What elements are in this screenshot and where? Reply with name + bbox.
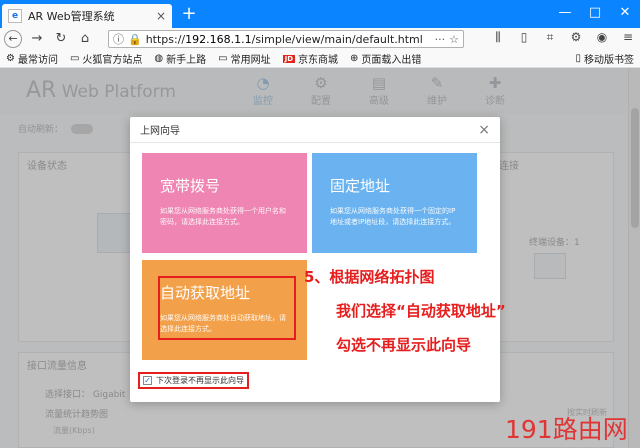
- bookmark-getting-started[interactable]: ◍ 新手上路: [154, 51, 206, 66]
- tab-title: AR Web管理系统: [28, 10, 115, 23]
- dhcp-option-card[interactable]: 自动获取地址 如果您从网络服务商处自动获取地址，请选择此连接方式。: [142, 260, 307, 360]
- menu-icon[interactable]: ≡: [620, 30, 636, 45]
- folder-icon: ▭: [69, 53, 80, 64]
- gear-icon: ⚙: [6, 53, 15, 64]
- modal-close-icon[interactable]: ×: [478, 122, 490, 138]
- new-tab-button[interactable]: +: [178, 4, 200, 26]
- dhcp-desc: 如果您从网络服务商处自动获取地址，请选择此连接方式。: [160, 314, 286, 333]
- url-text[interactable]: https://192.168.1.1/simple/view/main/def…: [146, 33, 431, 46]
- bookmark-mobile[interactable]: ▯ 移动版书签: [575, 51, 634, 66]
- info-icon[interactable]: ⓘ: [113, 31, 124, 47]
- bookmark-page-error[interactable]: ⊕ 页面载入出错: [350, 51, 421, 66]
- browser-nav-bar: ← → ↻ ⌂ ⓘ 🔒 https://192.168.1.1/simple/v…: [0, 28, 640, 50]
- bookmark-star-icon[interactable]: ☆: [449, 33, 459, 46]
- jd-logo-icon: JD: [282, 54, 296, 63]
- close-window-button[interactable]: ✕: [610, 0, 640, 28]
- annotation-check-box: 勾选不再显示此向导: [336, 336, 472, 354]
- lock-icon[interactable]: 🔒: [128, 33, 142, 46]
- library-icon[interactable]: ⫼: [490, 30, 506, 45]
- bookmark-firefox-site[interactable]: ▭ 火狐官方站点: [70, 51, 142, 66]
- modal-title: 上网向导: [140, 126, 180, 137]
- bookmark-common-sites[interactable]: ▭ 常用网址: [218, 51, 270, 66]
- globe-icon: ⊕: [350, 53, 359, 64]
- minimize-button[interactable]: —: [550, 0, 580, 28]
- bookmarks-bar: ⚙ 最常访问 ▭ 火狐官方站点 ◍ 新手上路 ▭ 常用网址 JD 京东商城 ⊕ 页面载入出错…: [0, 50, 640, 68]
- static-ip-option-card[interactable]: 固定地址 如果您从网络服务商处获得一个固定的IP地址或者IP地址段，请选择此连接…: [312, 153, 477, 253]
- home-button[interactable]: ⌂: [76, 30, 94, 48]
- screenshot-icon[interactable]: ⌗: [542, 30, 558, 45]
- window-controls: — □ ✕: [550, 0, 640, 28]
- browser-tab-bar: e AR Web管理系统 × + — □ ✕: [0, 0, 640, 28]
- firefox-icon: ◍: [154, 53, 164, 64]
- pppoe-option-card[interactable]: 宽带拨号 如果您从网络服务商处获得一个用户名和密码，请选择此连接方式。: [142, 153, 307, 253]
- reload-button[interactable]: ↻: [52, 30, 70, 48]
- mobile-icon: ▯: [575, 53, 581, 64]
- maximize-button[interactable]: □: [580, 0, 610, 28]
- bookmark-most-visited[interactable]: ⚙ 最常访问: [6, 51, 58, 66]
- sidebar-icon[interactable]: ▯: [516, 30, 532, 45]
- toolbar-right: ⫼ ▯ ⌗ ⚙ ◉ ≡: [490, 30, 636, 45]
- page-favicon-icon: e: [8, 9, 22, 23]
- annotation-step5: 5、根据网络拓扑图: [304, 268, 435, 286]
- pppoe-desc: 如果您从网络服务商处获得一个用户名和密码，请选择此连接方式。: [160, 207, 286, 226]
- browser-tab[interactable]: e AR Web管理系统 ×: [2, 4, 172, 28]
- checkbox-label: 下次登录不再显示此向导: [156, 376, 244, 385]
- site-watermark: 191路由网: [505, 415, 628, 444]
- static-ip-desc: 如果您从网络服务商处获得一个固定的IP地址或者IP地址段，请选择此连接方式。: [330, 207, 456, 226]
- forward-button[interactable]: →: [28, 30, 46, 48]
- address-bar[interactable]: ⓘ 🔒 https://192.168.1.1/simple/view/main…: [108, 30, 464, 48]
- annotation-choose-dhcp: 我们选择“自动获取地址”: [336, 302, 506, 320]
- pppoe-title: 宽带拨号: [160, 177, 221, 195]
- more-actions-icon[interactable]: ···: [435, 33, 446, 46]
- modal-header: 上网向导 ×: [130, 117, 500, 143]
- static-ip-title: 固定地址: [330, 177, 391, 195]
- tab-close-icon[interactable]: ×: [156, 9, 166, 23]
- internet-wizard-modal: 上网向导 × 宽带拨号 如果您从网络服务商处获得一个用户名和密码，请选择此连接方…: [130, 117, 500, 402]
- folder-icon: ▭: [218, 53, 228, 64]
- chat-icon[interactable]: ◉: [594, 30, 610, 45]
- bookmark-jd[interactable]: JD 京东商城: [282, 51, 338, 66]
- dont-show-again-checkbox[interactable]: ✓ 下次登录不再显示此向导: [138, 372, 249, 389]
- back-button[interactable]: ←: [4, 30, 22, 48]
- extension-icon[interactable]: ⚙: [568, 30, 584, 45]
- checkbox-check-icon[interactable]: ✓: [143, 376, 152, 385]
